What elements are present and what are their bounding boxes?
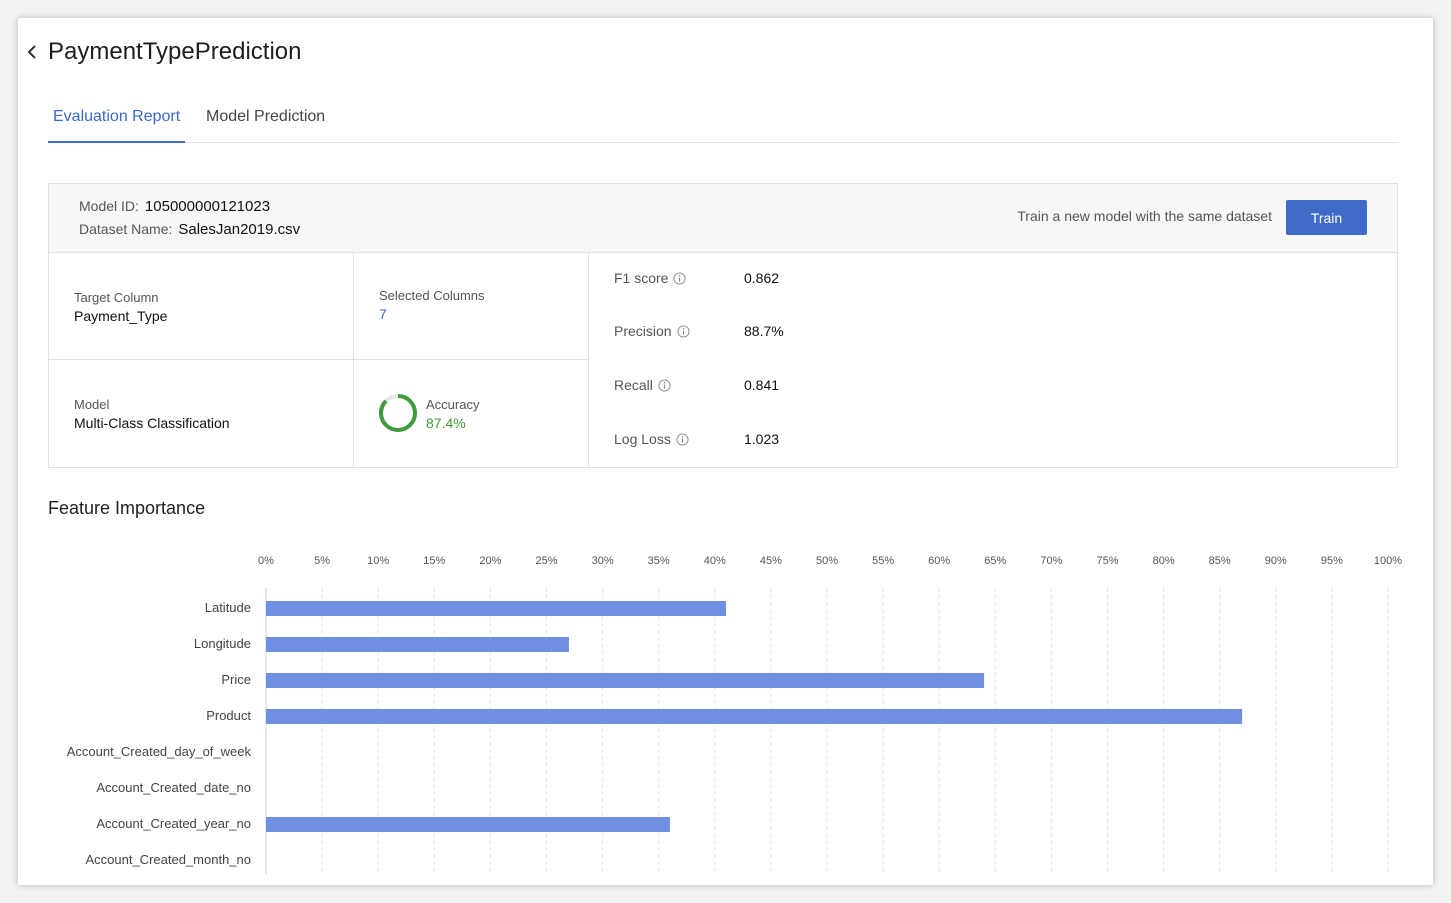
x-tick-label: 90% xyxy=(1265,555,1287,567)
info-icon[interactable] xyxy=(673,272,687,285)
x-tick-label: 85% xyxy=(1209,555,1231,567)
metric-f1-score: F1 score 0.862 xyxy=(614,270,914,290)
x-tick-label: 35% xyxy=(648,555,670,567)
bar xyxy=(266,709,1243,724)
model-id-row: Model ID: 105000000121023 xyxy=(79,198,270,215)
metric-log-loss-label: Log Loss xyxy=(614,431,689,447)
feature-importance-svg: 0% 5% 10% 15% 20% 25% 30% 35% 40% 45% 50% 55% 60% 65%… xyxy=(67,555,1402,874)
info-icon[interactable] xyxy=(677,325,690,338)
category-label: Price xyxy=(221,672,251,687)
feature-importance-chart: 0% 5% 10% 15% 20% 25% 30% 35% 40% 45% 50% 55% 60% 65%… xyxy=(18,548,1433,878)
bar xyxy=(266,673,985,688)
metric-f1-label: F1 score xyxy=(614,270,687,286)
dataset-name-label: Dataset Name: xyxy=(79,221,173,237)
metric-log-loss-value: 1.023 xyxy=(744,431,780,447)
dataset-name-row: Dataset Name: SalesJan2019.csv xyxy=(79,221,300,238)
metric-recall-label: Recall xyxy=(614,377,671,393)
category-label: Product xyxy=(206,708,251,723)
x-tick-label: 75% xyxy=(1096,555,1118,567)
metric-precision-value: 88.7% xyxy=(744,323,784,339)
x-tick-label: 100% xyxy=(1374,555,1402,567)
metric-log-loss: Log Loss 1.023 xyxy=(614,431,914,451)
x-tick-label: 45% xyxy=(760,555,782,567)
metric-precision-label: Precision xyxy=(614,323,690,339)
tab-model-prediction[interactable]: Model Prediction xyxy=(201,96,330,143)
x-tick-label: 70% xyxy=(1040,555,1062,567)
bar xyxy=(266,601,727,616)
model-id-label: Model ID: xyxy=(79,198,139,214)
x-tick-label: 10% xyxy=(367,555,389,567)
x-tick-label: 55% xyxy=(872,555,894,567)
x-tick-label: 80% xyxy=(1153,555,1175,567)
tab-evaluation-report[interactable]: Evaluation Report xyxy=(48,96,186,143)
x-tick-label: 20% xyxy=(479,555,501,567)
selected-columns-value[interactable]: 7 xyxy=(379,306,387,322)
x-tick-label: 95% xyxy=(1321,555,1343,567)
accuracy-ring xyxy=(379,394,417,432)
category-label: Latitude xyxy=(205,600,251,615)
model-type-cell: Model Multi-Class Classification xyxy=(49,360,354,468)
x-tick-label: 65% xyxy=(984,555,1006,567)
target-column-value: Payment_Type xyxy=(74,308,168,324)
x-tick-label: 40% xyxy=(704,555,726,567)
metric-f1-value: 0.862 xyxy=(744,270,780,286)
train-button[interactable]: Train xyxy=(1286,200,1367,235)
target-column-label: Target Column xyxy=(74,290,159,305)
metric-f1-label-text: F1 score xyxy=(614,270,669,286)
bar xyxy=(266,817,670,832)
bar xyxy=(266,637,569,652)
model-type-value: Multi-Class Classification xyxy=(74,415,230,431)
accuracy-label: Accuracy xyxy=(426,397,480,412)
x-tick-label: 50% xyxy=(816,555,838,567)
selected-columns-cell: Selected Columns 7 xyxy=(354,253,589,360)
metric-recall-label-text: Recall xyxy=(614,377,653,393)
category-label: Account_Created_day_of_week xyxy=(67,744,252,759)
model-summary-panel: Model ID: 105000000121023 Dataset Name: Sa… xyxy=(48,183,1398,468)
x-tick-label: 25% xyxy=(535,555,557,567)
dataset-name-value: SalesJan2019.csv xyxy=(178,221,301,238)
metric-recall-value: 0.841 xyxy=(744,377,780,393)
x-tick-label: 5% xyxy=(314,555,330,567)
x-tick-label: 30% xyxy=(592,555,614,567)
metric-precision-label-text: Precision xyxy=(614,323,672,339)
info-icon[interactable] xyxy=(676,433,689,446)
page-title: PaymentTypePrediction xyxy=(48,38,302,65)
category-label: Longitude xyxy=(194,636,251,651)
x-tick-label: 0% xyxy=(258,555,274,567)
x-tick-label: 60% xyxy=(928,555,950,567)
category-label: Account_Created_month_no xyxy=(85,852,251,867)
selected-columns-label: Selected Columns xyxy=(379,288,485,303)
target-column-cell: Target Column Payment_Type xyxy=(49,253,354,360)
chevron-left-icon[interactable] xyxy=(24,43,42,61)
app-window: PaymentTypePrediction Evaluation Report … xyxy=(18,18,1433,885)
category-label: Account_Created_year_no xyxy=(96,816,251,831)
x-tick-label: 15% xyxy=(423,555,445,567)
metric-recall: Recall 0.841 xyxy=(614,377,914,397)
tab-bar: Evaluation Report Model Prediction xyxy=(48,96,1398,143)
category-label: Account_Created_date_no xyxy=(96,780,251,795)
model-type-label: Model xyxy=(74,397,110,412)
metric-precision: Precision 88.7% xyxy=(614,323,914,343)
info-icon[interactable] xyxy=(658,379,671,392)
metric-log-loss-label-text: Log Loss xyxy=(614,431,671,447)
feature-importance-title: Feature Importance xyxy=(48,498,206,518)
train-hint-text: Train a new model with the same dataset xyxy=(1017,208,1272,224)
accuracy-cell: Accuracy 87.4% xyxy=(354,360,589,468)
accuracy-value: 87.4% xyxy=(426,415,466,431)
model-info-bar: Model ID: 105000000121023 Dataset Name: Sa… xyxy=(49,184,1397,253)
model-id-value: 105000000121023 xyxy=(144,198,271,215)
